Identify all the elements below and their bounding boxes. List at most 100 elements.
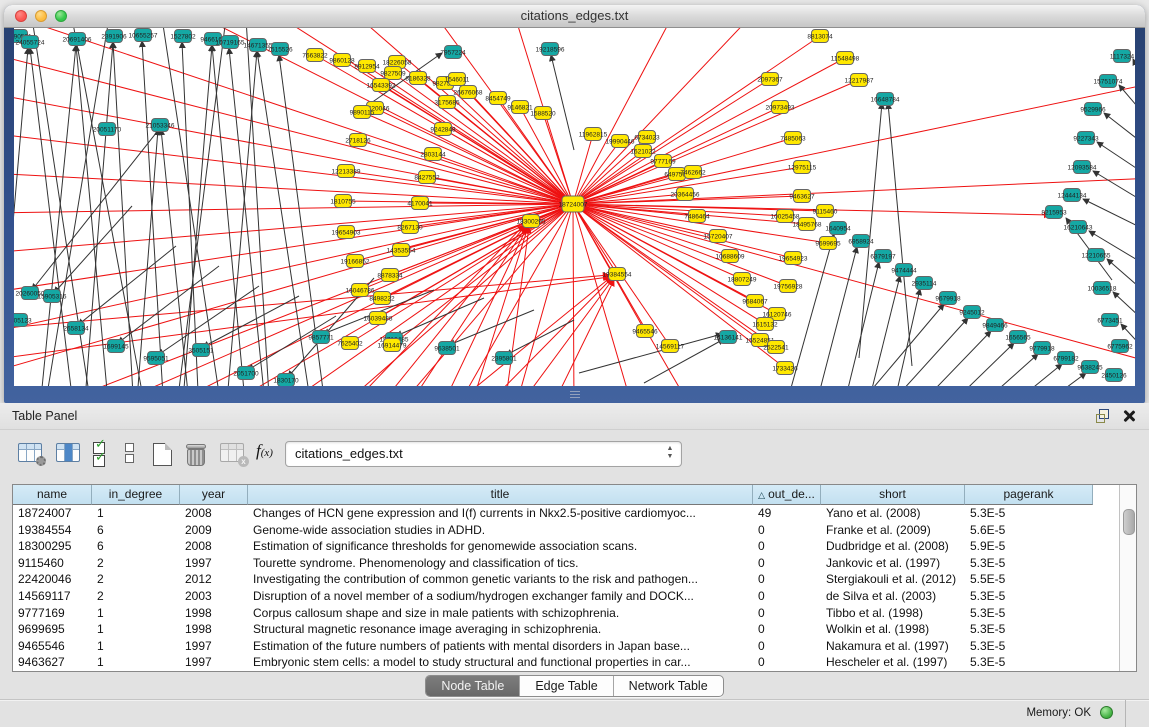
table-cell[interactable]: Estimation of significance thresholds fo…	[248, 538, 753, 555]
network-node[interactable]: 12444134	[1058, 189, 1087, 202]
network-node[interactable]: 8215953	[1041, 206, 1067, 219]
network-node[interactable]: 1546011	[445, 73, 470, 86]
table-cell[interactable]: 1	[92, 505, 180, 522]
network-node[interactable]: 16648784	[871, 93, 900, 106]
table-cell[interactable]: 5.9E-5	[965, 538, 1093, 555]
window-titlebar[interactable]: citations_edges.txt	[4, 5, 1145, 28]
network-node[interactable]: 8186328	[405, 72, 431, 85]
tab-node-table[interactable]: Node Table	[426, 676, 520, 696]
network-node[interactable]: 9115460	[813, 205, 838, 218]
table-cell[interactable]: 1	[92, 638, 180, 655]
row-height-icon[interactable]	[125, 443, 135, 467]
table-cell[interactable]: 5.3E-5	[965, 654, 1093, 671]
network-node[interactable]: 19384554	[603, 268, 632, 281]
network-node[interactable]: 9849466	[982, 319, 1008, 332]
network-node[interactable]: 19654923	[779, 252, 808, 265]
network-node[interactable]: 1810755	[330, 195, 356, 208]
table-cell[interactable]: 0	[753, 555, 821, 572]
network-node[interactable]: 2395801	[491, 352, 517, 365]
table-cell[interactable]: 5.5E-5	[965, 571, 1093, 588]
network-node[interactable]: 9684067	[742, 295, 768, 308]
column-header-short[interactable]: short	[821, 485, 965, 505]
network-node[interactable]: 1640954	[825, 222, 851, 235]
network-node[interactable]: 8813074	[807, 30, 833, 43]
network-node[interactable]: 10036518	[1088, 282, 1117, 295]
network-node[interactable]: 9777169	[650, 155, 676, 168]
network-node[interactable]: 9638245	[1077, 361, 1103, 374]
network-node[interactable]: 14353554	[387, 244, 416, 257]
table-cell[interactable]: 2008	[180, 505, 248, 522]
memory-ok-indicator-icon[interactable]	[1100, 706, 1113, 719]
table-cell[interactable]: Franke et al. (2009)	[821, 522, 965, 539]
network-node[interactable]: 6775962	[1107, 340, 1133, 353]
table-cell[interactable]: 1997	[180, 638, 248, 655]
network-node[interactable]: 8427552	[414, 171, 440, 184]
network-node[interactable]: 9146821	[507, 101, 533, 114]
table-cell[interactable]: Tourette syndrome. Phenomenology and cla…	[248, 555, 753, 572]
table-row[interactable]: 1456911722003Disruption of a novel membe…	[13, 588, 1120, 605]
network-node[interactable]: 9638501	[434, 342, 460, 355]
selection-mode-icon[interactable]: ✓ ✓	[93, 443, 109, 469]
network-node[interactable]: 2450126	[1101, 369, 1127, 382]
network-node[interactable]: 19166852	[341, 255, 370, 268]
close-panel-icon[interactable]	[1122, 409, 1135, 422]
table-mode-icon[interactable]	[18, 443, 42, 462]
network-node[interactable]: 9463627	[789, 190, 815, 203]
network-node[interactable]: 16039488	[364, 312, 393, 325]
network-node[interactable]: 9242848	[430, 123, 456, 136]
table-cell[interactable]: 2009	[180, 522, 248, 539]
table-cell[interactable]: 1998	[180, 621, 248, 638]
table-cell[interactable]: 6	[92, 522, 180, 539]
network-node[interactable]: 8267130	[397, 221, 423, 234]
table-cell[interactable]: 5.3E-5	[965, 555, 1093, 572]
network-node[interactable]: 1527802	[170, 30, 196, 43]
network-node[interactable]: 1733426	[772, 362, 798, 375]
table-header-row[interactable]: namein_degreeyeartitle△out_de...shortpag…	[13, 485, 1093, 505]
table-cell[interactable]: 2008	[180, 538, 248, 555]
column-header-in_degree[interactable]: in_degree	[92, 485, 180, 505]
network-node[interactable]: 9474444	[891, 264, 917, 277]
vertical-scrollbar[interactable]	[1119, 485, 1136, 671]
table-cell[interactable]: Changes of HCN gene expression and I(f) …	[248, 505, 753, 522]
table-cell[interactable]: 2	[92, 588, 180, 605]
network-node[interactable]: 19990446	[606, 135, 635, 148]
network-node[interactable]: 19218596	[536, 43, 565, 56]
network-hub-node[interactable]: 18724007	[559, 196, 588, 212]
table-cell[interactable]: 1	[92, 605, 180, 622]
network-node[interactable]: 2051700	[233, 367, 259, 380]
network-graph[interactable]: 1590531240557242069140623919061065525715…	[14, 28, 1135, 386]
network-node[interactable]: 10655257	[129, 29, 158, 42]
table-row[interactable]: 977716911998Corpus callosum shape and si…	[13, 605, 1120, 622]
network-node[interactable]: 7957224	[440, 46, 466, 59]
table-cell[interactable]: Wolkin et al. (1998)	[821, 621, 965, 638]
network-node[interactable]: 11962815	[579, 128, 608, 141]
network-node[interactable]: 11548498	[831, 52, 860, 65]
float-panel-icon[interactable]	[1096, 409, 1109, 422]
network-node[interactable]: 6799182	[1053, 352, 1079, 365]
network-node[interactable]: 7462662	[680, 166, 706, 179]
table-cell[interactable]: 0	[753, 654, 821, 671]
network-node[interactable]: 6734023	[634, 131, 660, 144]
table-cell[interactable]: Structural magnetic resonance image aver…	[248, 621, 753, 638]
table-cell[interactable]: 0	[753, 638, 821, 655]
table-cell[interactable]: 0	[753, 605, 821, 622]
network-node[interactable]: 19756928	[774, 280, 803, 293]
table-cell[interactable]: Genome-wide association studies in ADHD.	[248, 522, 753, 539]
table-cell[interactable]: 5.6E-5	[965, 522, 1093, 539]
network-node[interactable]: 15751074	[1094, 75, 1123, 88]
network-node[interactable]: 2803144	[420, 148, 446, 161]
tab-edge-table[interactable]: Edge Table	[520, 676, 613, 696]
table-cell[interactable]: 14569117	[13, 588, 92, 605]
column-header-out_de[interactable]: △out_de...	[753, 485, 821, 505]
table-cell[interactable]: 5.3E-5	[965, 588, 1093, 605]
network-node[interactable]: 1117324	[1110, 50, 1135, 63]
network-node[interactable]: 9857771	[308, 331, 334, 344]
table-cell[interactable]: Yano et al. (2008)	[821, 505, 965, 522]
table-cell[interactable]: 9463627	[13, 654, 92, 671]
network-node[interactable]: 1621022	[630, 145, 656, 158]
tab-network-table[interactable]: Network Table	[614, 676, 723, 696]
network-node[interactable]: 2391906	[101, 30, 127, 43]
network-node[interactable]: 9860128	[329, 54, 355, 67]
table-cell[interactable]: Embryonic stem cells: a model to study s…	[248, 654, 753, 671]
table-cell[interactable]: 5.3E-5	[965, 605, 1093, 622]
